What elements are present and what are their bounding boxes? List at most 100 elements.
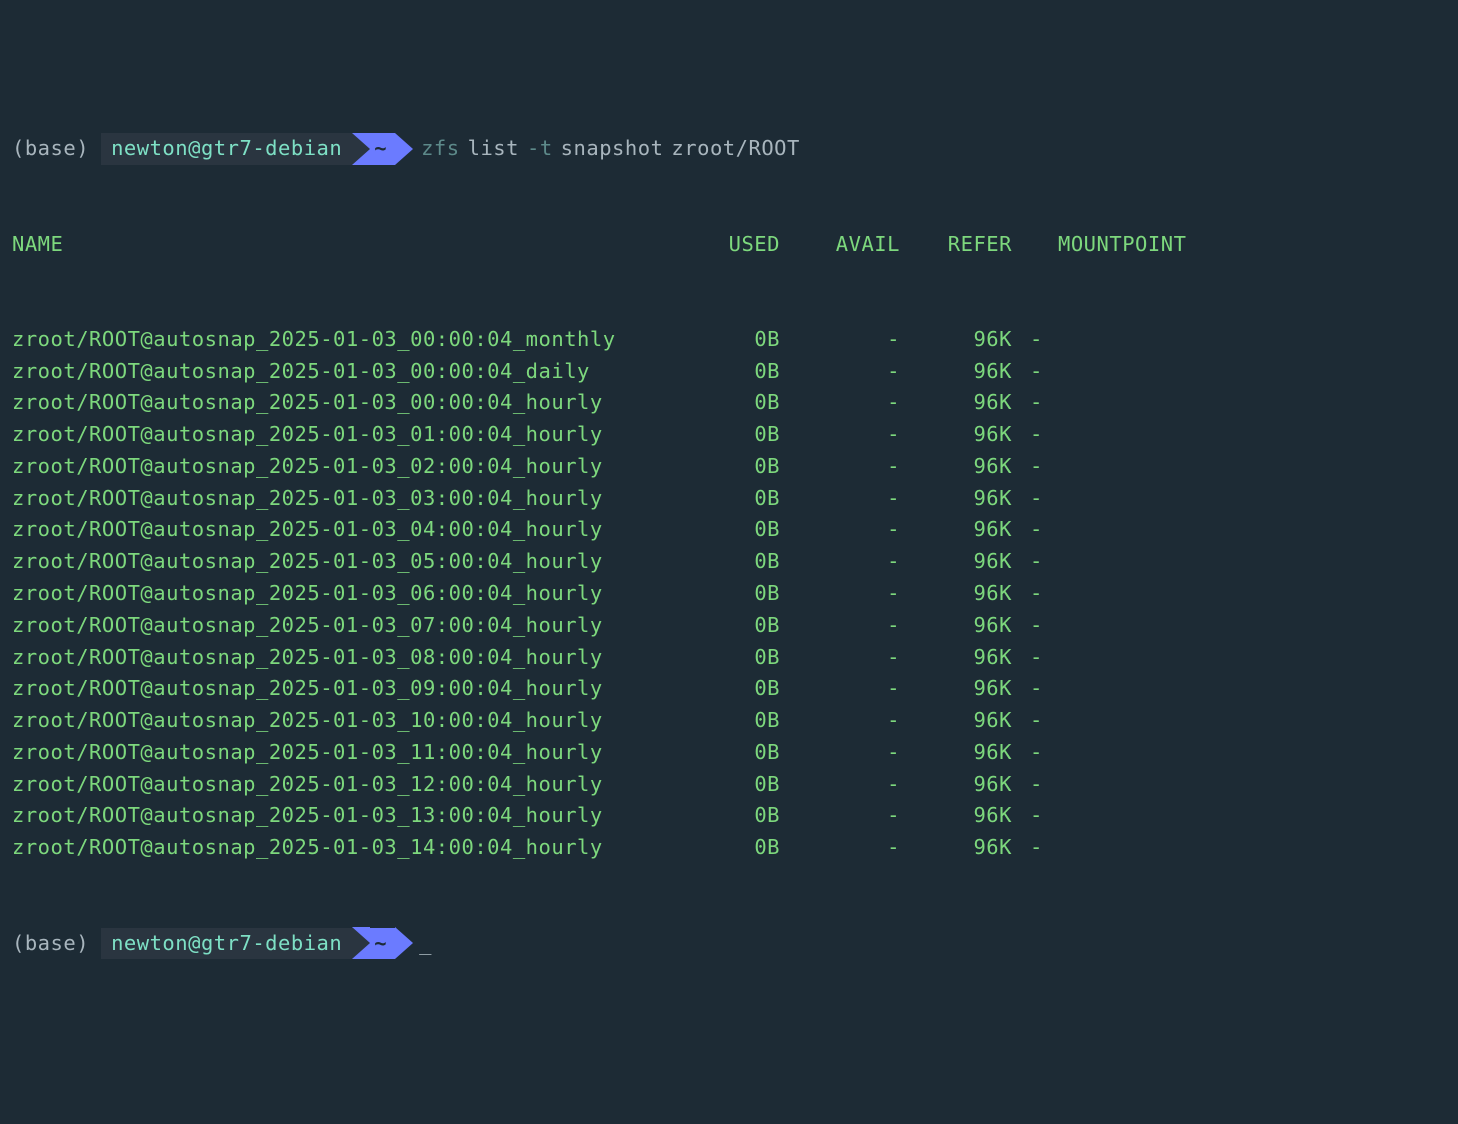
conda-env: (base) (12, 928, 89, 960)
snapshot-mountpoint: - (1030, 610, 1074, 642)
cwd: ~ (374, 928, 387, 960)
snapshot-mountpoint: - (1030, 356, 1074, 388)
snapshot-name: zroot/ROOT@autosnap_2025-01-03_09:00:04_… (12, 673, 718, 705)
prompt-line-2[interactable]: (base) newton@gtr7-debian ~ _ (12, 927, 1446, 959)
conda-env: (base) (12, 133, 89, 165)
snapshot-name: zroot/ROOT@autosnap_2025-01-03_01:00:04_… (12, 419, 718, 451)
snapshot-refer: 96K (900, 673, 1012, 705)
snapshot-refer: 96K (900, 387, 1012, 419)
snapshot-name: zroot/ROOT@autosnap_2025-01-03_07:00:04_… (12, 610, 718, 642)
snapshot-mountpoint: - (1030, 832, 1074, 864)
snapshot-refer: 96K (900, 642, 1012, 674)
table-row: zroot/ROOT@autosnap_2025-01-03_00:00:04_… (12, 356, 1446, 388)
snapshot-avail: - (780, 514, 900, 546)
snapshot-avail: - (780, 578, 900, 610)
snapshot-used: 0B (718, 451, 780, 483)
snapshot-refer: 96K (900, 832, 1012, 864)
snapshot-refer: 96K (900, 737, 1012, 769)
snapshot-avail: - (780, 356, 900, 388)
prompt-line-1[interactable]: (base) newton@gtr7-debian~ zfs list -t s… (12, 133, 1446, 165)
snapshot-used: 0B (718, 483, 780, 515)
table-row: zroot/ROOT@autosnap_2025-01-03_06:00:04_… (12, 578, 1446, 610)
powerline-arrow-icon (352, 133, 370, 165)
snapshot-mountpoint: - (1030, 324, 1074, 356)
table-body: zroot/ROOT@autosnap_2025-01-03_00:00:04_… (12, 324, 1446, 864)
snapshot-used: 0B (718, 578, 780, 610)
snapshot-avail: - (780, 642, 900, 674)
snapshot-mountpoint: - (1030, 514, 1074, 546)
user-host-segment: newton@gtr7-debian (101, 133, 352, 165)
user-host: newton@gtr7-debian (111, 133, 342, 165)
snapshot-mountpoint: - (1030, 705, 1074, 737)
snapshot-mountpoint: - (1030, 387, 1074, 419)
powerline-arrow-icon (395, 133, 413, 165)
table-row: zroot/ROOT@autosnap_2025-01-03_13:00:04_… (12, 800, 1446, 832)
snapshot-used: 0B (718, 419, 780, 451)
snapshot-used: 0B (718, 705, 780, 737)
snapshot-avail: - (780, 769, 900, 801)
snapshot-refer: 96K (900, 324, 1012, 356)
snapshot-avail: - (780, 832, 900, 864)
col-header-used: USED (718, 229, 780, 261)
snapshot-name: zroot/ROOT@autosnap_2025-01-03_03:00:04_… (12, 483, 718, 515)
snapshot-mountpoint: - (1030, 769, 1074, 801)
powerline-arrow-icon (395, 927, 413, 959)
snapshot-avail: - (780, 737, 900, 769)
snapshot-avail: - (780, 483, 900, 515)
snapshot-refer: 96K (900, 356, 1012, 388)
table-row: zroot/ROOT@autosnap_2025-01-03_03:00:04_… (12, 483, 1446, 515)
cwd-segment: ~ (370, 133, 395, 165)
snapshot-used: 0B (718, 800, 780, 832)
cursor: _ (419, 928, 432, 960)
snapshot-mountpoint: - (1030, 483, 1074, 515)
snapshot-name: zroot/ROOT@autosnap_2025-01-03_05:00:04_… (12, 546, 718, 578)
table-row: zroot/ROOT@autosnap_2025-01-03_07:00:04_… (12, 610, 1446, 642)
cwd: ~ (374, 133, 387, 165)
snapshot-name: zroot/ROOT@autosnap_2025-01-03_00:00:04_… (12, 387, 718, 419)
snapshot-used: 0B (718, 737, 780, 769)
snapshot-avail: - (780, 387, 900, 419)
table-row: zroot/ROOT@autosnap_2025-01-03_05:00:04_… (12, 546, 1446, 578)
snapshot-mountpoint: - (1030, 642, 1074, 674)
cmd-arg: snapshot (561, 133, 664, 165)
snapshot-name: zroot/ROOT@autosnap_2025-01-03_12:00:04_… (12, 769, 718, 801)
snapshot-mountpoint: - (1030, 800, 1074, 832)
table-row: zroot/ROOT@autosnap_2025-01-03_00:00:04_… (12, 324, 1446, 356)
powerline-arrow-icon (352, 927, 370, 959)
table-row: zroot/ROOT@autosnap_2025-01-03_08:00:04_… (12, 642, 1446, 674)
snapshot-refer: 96K (900, 769, 1012, 801)
snapshot-name: zroot/ROOT@autosnap_2025-01-03_10:00:04_… (12, 705, 718, 737)
snapshot-avail: - (780, 546, 900, 578)
snapshot-mountpoint: - (1030, 578, 1074, 610)
snapshot-name: zroot/ROOT@autosnap_2025-01-03_06:00:04_… (12, 578, 718, 610)
table-row: zroot/ROOT@autosnap_2025-01-03_12:00:04_… (12, 769, 1446, 801)
cwd-segment: ~ (370, 928, 395, 960)
snapshot-avail: - (780, 451, 900, 483)
table-row: zroot/ROOT@autosnap_2025-01-03_09:00:04_… (12, 673, 1446, 705)
snapshot-name: zroot/ROOT@autosnap_2025-01-03_13:00:04_… (12, 800, 718, 832)
snapshot-used: 0B (718, 642, 780, 674)
table-row: zroot/ROOT@autosnap_2025-01-03_10:00:04_… (12, 705, 1446, 737)
cmd-subcommand: list (468, 133, 519, 165)
snapshot-mountpoint: - (1030, 673, 1074, 705)
snapshot-name: zroot/ROOT@autosnap_2025-01-03_00:00:04_… (12, 324, 718, 356)
col-header-mountpoint: MOUNTPOINT (1058, 229, 1186, 261)
snapshot-avail: - (780, 419, 900, 451)
snapshot-avail: - (780, 610, 900, 642)
col-header-name: NAME (12, 229, 718, 261)
user-host-segment: newton@gtr7-debian (101, 928, 352, 960)
snapshot-name: zroot/ROOT@autosnap_2025-01-03_14:00:04_… (12, 832, 718, 864)
snapshot-refer: 96K (900, 451, 1012, 483)
snapshot-refer: 96K (900, 419, 1012, 451)
snapshot-used: 0B (718, 324, 780, 356)
snapshot-name: zroot/ROOT@autosnap_2025-01-03_02:00:04_… (12, 451, 718, 483)
snapshot-used: 0B (718, 610, 780, 642)
snapshot-used: 0B (718, 356, 780, 388)
cmd-target: zroot/ROOT (671, 133, 799, 165)
snapshot-refer: 96K (900, 546, 1012, 578)
snapshot-mountpoint: - (1030, 546, 1074, 578)
snapshot-refer: 96K (900, 578, 1012, 610)
snapshot-used: 0B (718, 832, 780, 864)
table-header-row: NAMEUSEDAVAILREFERMOUNTPOINT (12, 229, 1446, 261)
snapshot-mountpoint: - (1030, 737, 1074, 769)
